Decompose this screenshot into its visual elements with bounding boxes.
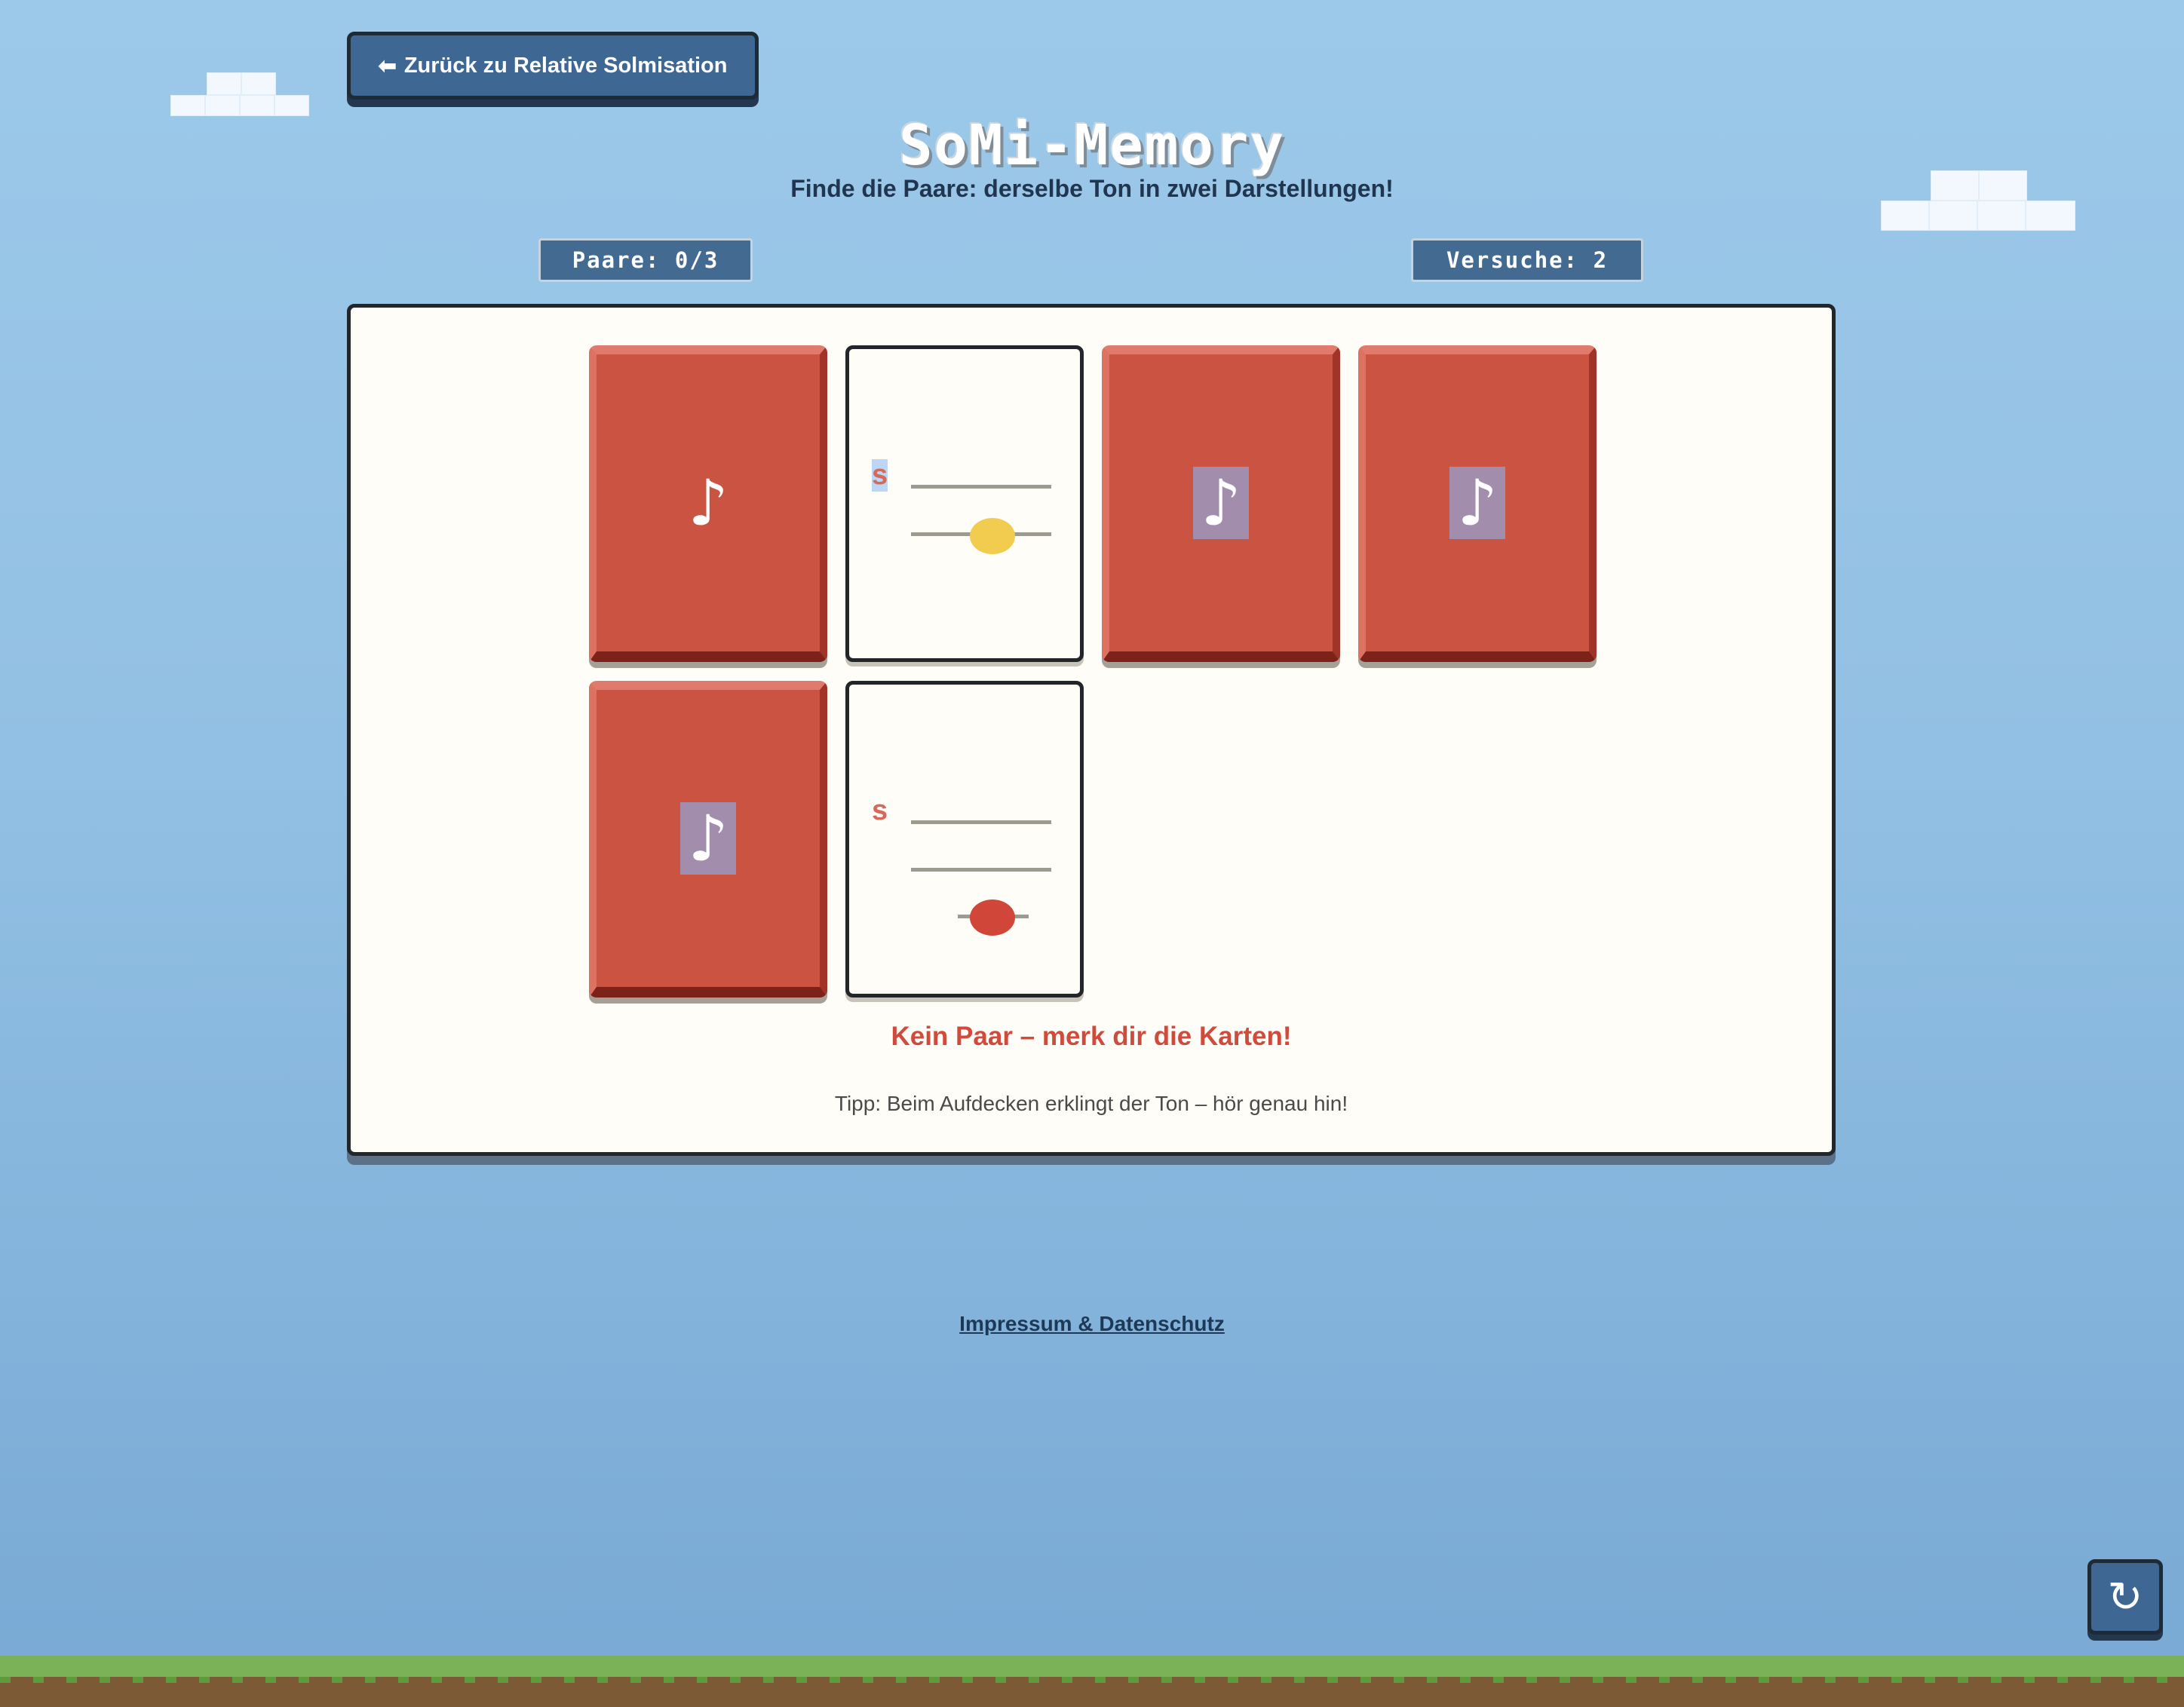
back-button[interactable]: ⬅ Zurück zu Relative Solmisation [347, 32, 759, 100]
staff-line [911, 485, 1051, 489]
staff-line [911, 868, 1051, 872]
music-note-icon: ♪ [680, 802, 736, 875]
back-button-label: Zurück zu Relative Solmisation [403, 53, 728, 78]
page-title: SoMi-Memory [898, 113, 1286, 178]
memory-card-4[interactable]: ♪ [1358, 345, 1597, 662]
pairs-counter: Paare: 0/3 [538, 238, 753, 282]
memory-card-2[interactable]: s [845, 345, 1084, 662]
staff-line [911, 820, 1051, 824]
reload-icon: ↻ [2107, 1572, 2143, 1622]
memory-card-1[interactable]: ♪ [589, 345, 827, 662]
solmization-syllable: s [872, 459, 888, 492]
attempts-counter: Versuche: 2 [1411, 238, 1643, 282]
page-subtitle: Finde die Paare: derselbe Ton in zwei Da… [790, 175, 1394, 202]
solmization-syllable: s [872, 795, 888, 826]
ground-grass [0, 1656, 2184, 1677]
note-head-red [970, 899, 1015, 936]
feedback-message: Kein Paar – merk dir die Karten! [891, 1022, 1292, 1051]
memory-card-3[interactable]: ♪ [1102, 345, 1340, 662]
memory-card-6[interactable]: s [845, 681, 1084, 998]
music-note-icon: ♪ [688, 466, 729, 540]
ground-dirt [0, 1677, 2184, 1707]
imprint-link-label[interactable]: Impressum & Datenschutz [959, 1312, 1225, 1335]
game-board: ♪ s ♪ ♪ ♪ s Kein Paar – merk dir die Kar… [347, 304, 1836, 1156]
memory-card-5[interactable]: ♪ [589, 681, 827, 998]
note-head-yellow [970, 518, 1015, 554]
imprint-link[interactable]: Impressum & Datenschutz [0, 1312, 2184, 1336]
tip-text: Tipp: Beim Aufdecken erklingt der Ton – … [834, 1092, 1348, 1115]
arrow-left-icon: ⬅ [378, 54, 397, 78]
reset-button[interactable]: ↻ [2087, 1559, 2163, 1635]
music-note-icon: ♪ [1193, 467, 1249, 539]
music-note-icon: ♪ [1449, 467, 1505, 539]
